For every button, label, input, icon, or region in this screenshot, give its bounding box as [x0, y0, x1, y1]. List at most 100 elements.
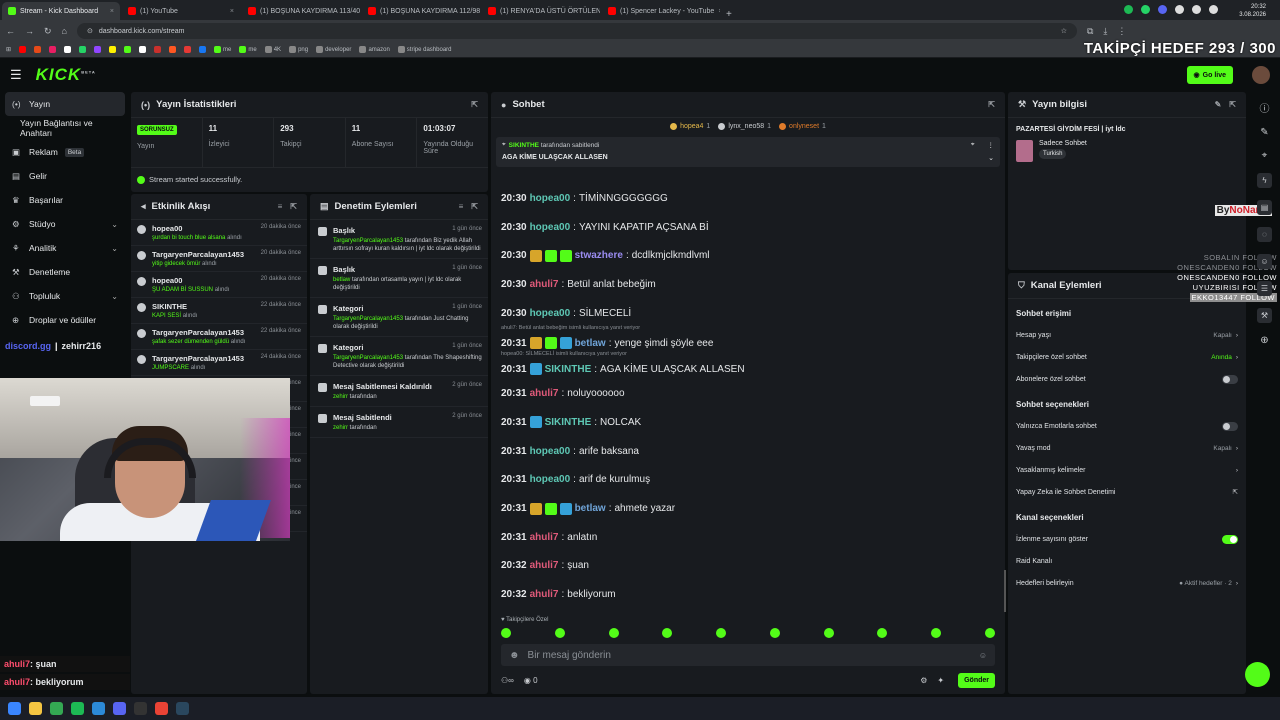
message-username[interactable]: hopea00: [530, 222, 571, 233]
edit-icon[interactable]: ✎: [1215, 100, 1222, 109]
message-username[interactable]: ahuli7: [530, 279, 559, 290]
bookmark[interactable]: me: [239, 46, 257, 53]
bookmark-star-icon[interactable]: ☆: [1061, 27, 1067, 35]
emote-icon[interactable]: [608, 628, 619, 638]
discord-tray-icon[interactable]: [1158, 5, 1167, 14]
plus-circle-icon[interactable]: ⊕: [1260, 335, 1268, 346]
setting-row[interactable]: Yasaklanmış kelimeler ›: [1008, 459, 1246, 481]
popout-icon[interactable]: ⇱: [471, 100, 478, 109]
browser-tab[interactable]: Stream - Kick Dashboard ×: [2, 2, 120, 20]
list-icon[interactable]: ☰: [1257, 281, 1272, 296]
chat-message[interactable]: 20:30 hopea00: SİLMECELİ: [501, 299, 995, 328]
sidebar-item[interactable]: (•) Yayın: [5, 92, 125, 116]
volume-icon[interactable]: [1192, 5, 1201, 14]
setting-row[interactable]: Yavaş mod Kapalı ›: [1008, 437, 1246, 459]
settings-gear-icon[interactable]: ⚙: [920, 676, 927, 685]
menu-dots-icon[interactable]: ⋮: [1117, 26, 1126, 37]
info-icon[interactable]: ⓘ: [1260, 100, 1270, 115]
filter-icon[interactable]: ≡: [459, 202, 464, 211]
bookmark[interactable]: developer: [316, 46, 351, 53]
browser-tab[interactable]: (1) BOŞUNA KAYDIRMA 113/40×: [242, 2, 360, 20]
setting-row[interactable]: Abonelere özel sohbet: [1008, 368, 1246, 390]
extensions-icon[interactable]: ⧉: [1087, 26, 1093, 37]
hammer-icon[interactable]: ⚒: [1257, 308, 1272, 323]
message-username[interactable]: ahuli7: [530, 589, 559, 600]
sidebar-item[interactable]: ⚘ Analitik ⌄: [0, 236, 130, 260]
popout-icon[interactable]: ⇱: [988, 100, 995, 109]
list-item[interactable]: hopea00 ŞU ADAM Bİ SUSSUN alındı 20 dakika…: [131, 272, 307, 298]
chat-icon[interactable]: ◌: [1257, 227, 1272, 242]
chat-message[interactable]: 20:31 ahuli7: noluyoooooo: [501, 379, 995, 408]
lightning-icon[interactable]: ϟ: [1257, 173, 1272, 188]
spotify-tray-icon[interactable]: [1124, 5, 1133, 14]
message-username[interactable]: hopea00: [530, 308, 571, 319]
new-tab-icon[interactable]: +: [720, 9, 738, 20]
bookmark[interactable]: stripe dashboard: [397, 46, 452, 53]
downloads-icon[interactable]: ⤓: [1103, 26, 1107, 37]
chat-message[interactable]: 20:31 ahuli7: anlatın: [501, 523, 995, 552]
popout-icon[interactable]: ⇱: [1229, 100, 1236, 109]
bookmark[interactable]: [34, 46, 42, 53]
toggle-switch[interactable]: [1222, 534, 1238, 544]
bookmark[interactable]: amazon: [359, 46, 390, 53]
emote-picker-icon[interactable]: ☻: [509, 650, 520, 661]
message-username[interactable]: ahuli7: [530, 532, 559, 543]
bookmark[interactable]: [19, 46, 27, 53]
address-bar[interactable]: ⊙ dashboard.kick.com/stream ☆: [76, 23, 1077, 39]
sidebar-item[interactable]: ▣ Reklam Beta: [0, 140, 130, 164]
mod-tools-icon[interactable]: ✦: [937, 676, 944, 685]
sidebar-item[interactable]: ⚇ Topluluk ⌄: [0, 284, 130, 308]
message-username[interactable]: hopea00: [530, 446, 571, 457]
back-icon[interactable]: ←: [6, 26, 15, 36]
message-username[interactable]: betlaw: [575, 503, 606, 514]
emote-icon[interactable]: [554, 628, 565, 638]
chat-message[interactable]: 20:31 SIKINTHE: NOLCAK: [501, 408, 995, 437]
vscode-icon[interactable]: [92, 702, 105, 715]
unpin-icon[interactable]: ⌖: [971, 141, 975, 149]
edit-icon[interactable]: ✎: [1260, 127, 1268, 138]
bookmark[interactable]: [139, 46, 147, 53]
list-item[interactable]: TargaryenParcalayan1453 şafak sezer dümen…: [131, 324, 307, 350]
list-item[interactable]: hopea00 şurdan bi touch blue alsana alınd…: [131, 220, 307, 246]
message-username[interactable]: SIKINTHE: [545, 417, 592, 428]
battery-icon[interactable]: [1209, 5, 1218, 14]
clipboard-icon[interactable]: ▤: [1257, 200, 1272, 215]
forward-icon[interactable]: →: [25, 26, 34, 36]
chat-message[interactable]: 20:32 ahuli7: bekliyorum: [501, 580, 995, 609]
bookmark[interactable]: [79, 46, 87, 53]
sidebar-item[interactable]: ♛ Başarılar: [0, 188, 130, 212]
setting-row[interactable]: İzlenme sayısını göster: [1008, 528, 1246, 550]
bookmark[interactable]: me: [214, 46, 231, 53]
bookmark[interactable]: [109, 46, 117, 53]
list-item[interactable]: Mesaj Sabitlendi 2 gün önce zehirr tarafın…: [310, 407, 488, 438]
steam-icon[interactable]: [176, 702, 189, 715]
chat-message[interactable]: 20:31 betlaw: ahmete yazar: [501, 494, 995, 523]
browser-tab[interactable]: (1) Spencer Lackey - YouTube×: [602, 2, 720, 20]
emote-icon[interactable]: [769, 628, 780, 638]
discord-icon[interactable]: [113, 702, 126, 715]
chat-message[interactable]: 20:32 ahuli7: şuan: [501, 552, 995, 581]
hamburger-menu-icon[interactable]: ☰: [10, 67, 22, 83]
go-live-button[interactable]: ◉ Go live: [1186, 66, 1233, 84]
setting-row[interactable]: Takipçilere özel sohbet Anında ›: [1008, 346, 1246, 368]
list-item[interactable]: Başlık 1 gün önce betlaw tarafından ortasa…: [310, 259, 488, 298]
send-button[interactable]: Gönder: [958, 672, 995, 688]
network-icon[interactable]: [1175, 5, 1184, 14]
pinned-message[interactable]: ⌖ SIKINTHE tarafından sabitlendi ⌖ ⋮ AGA…: [496, 137, 1000, 167]
chat-input[interactable]: ☻ Bir mesaj gönderin ☺: [501, 644, 995, 666]
bookmark[interactable]: [49, 46, 57, 53]
chat-message[interactable]: 20:30 hopea00: YAYINI KAPATIP AÇSANA Bİ: [501, 213, 995, 242]
obs-icon[interactable]: [134, 702, 147, 715]
target-icon[interactable]: ⌖: [1262, 150, 1268, 161]
message-username[interactable]: hopea00: [530, 474, 571, 485]
message-username[interactable]: hopea00: [530, 193, 571, 204]
bookmark[interactable]: [199, 46, 207, 53]
chat-message[interactable]: 20:30 hopea00: TİMİNNGGGGGGG: [501, 184, 995, 213]
bookmark[interactable]: [94, 46, 102, 53]
message-username[interactable]: ahuli7: [530, 388, 559, 399]
kick-logo[interactable]: KICKBETA: [36, 65, 96, 85]
chat-message[interactable]: 20:31 hopea00: arif de kurulmuş: [501, 466, 995, 495]
setting-row[interactable]: Yalnızca Emotlarla sohbet: [1008, 415, 1246, 437]
home-icon[interactable]: ⌂: [62, 26, 67, 36]
sidebar-item[interactable]: ⚙ Stüdyo ⌄: [0, 212, 130, 236]
